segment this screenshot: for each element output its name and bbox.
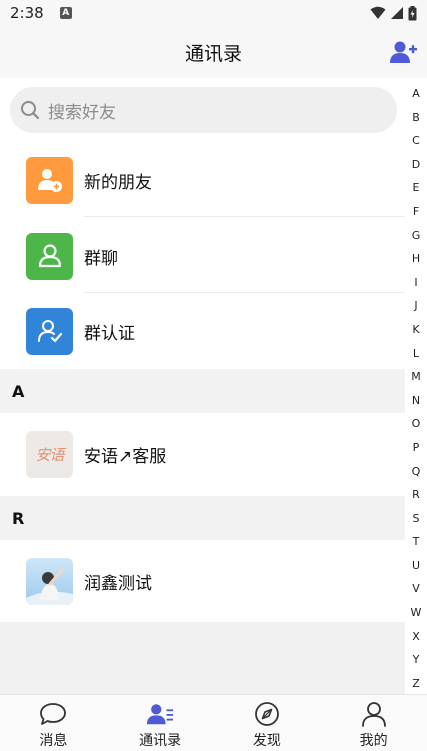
avatar: 安语 — [26, 430, 73, 478]
tab-label: 消息 — [39, 733, 68, 749]
menu-item-new-friends[interactable]: 新的朋友 — [0, 143, 405, 217]
index-letter-k[interactable]: K — [412, 318, 419, 342]
index-letter-c[interactable]: C — [412, 129, 420, 153]
index-letter-v[interactable]: V — [412, 577, 420, 601]
index-letter-d[interactable]: D — [412, 153, 420, 177]
status-time: 2:38 — [10, 4, 44, 22]
menu-item-label: 群聊 — [84, 248, 118, 269]
index-letter-g[interactable]: G — [412, 224, 421, 248]
index-letter-e[interactable]: E — [413, 176, 420, 200]
index-letter-z[interactable]: Z — [412, 672, 420, 696]
contacts-icon — [146, 701, 174, 727]
battery-icon — [408, 5, 417, 20]
index-letter-b[interactable]: B — [412, 106, 420, 130]
index-letter-w[interactable]: W — [411, 601, 422, 625]
menu-item-group-chat[interactable]: 群聊 — [0, 219, 405, 293]
group-verify-icon — [26, 307, 73, 355]
contact-name: 润鑫测试 — [84, 573, 152, 594]
tab-discover[interactable]: 发现 — [214, 695, 321, 751]
index-letter-a[interactable]: A — [412, 82, 420, 106]
search-icon — [21, 101, 40, 120]
index-letter-p[interactable]: P — [413, 436, 420, 460]
menu-item-group-verify[interactable]: 群认证 — [0, 294, 405, 368]
index-letter-l[interactable]: L — [413, 342, 419, 366]
status-bar: 2:38 A — [0, 0, 427, 26]
index-letter-t[interactable]: T — [413, 530, 420, 554]
menu-item-label: 新的朋友 — [84, 172, 152, 193]
contact-item[interactable]: 润鑫测试 — [0, 544, 405, 618]
tab-label: 我的 — [359, 733, 388, 749]
tab-label: 通讯录 — [139, 733, 182, 749]
search-bar[interactable]: 搜索好友 — [10, 87, 397, 133]
index-letter-h[interactable]: H — [412, 247, 420, 271]
bottom-tab-bar: 消息 通讯录 发现 我的 — [0, 694, 427, 751]
compass-icon — [253, 701, 281, 727]
index-letter-s[interactable]: S — [413, 507, 420, 531]
index-letter-x[interactable]: X — [412, 625, 420, 649]
tab-label: 发现 — [252, 733, 281, 749]
new-friend-icon — [26, 156, 73, 204]
add-friend-icon[interactable] — [389, 39, 417, 65]
tab-contacts[interactable]: 通讯录 — [107, 695, 214, 751]
section-header-r: R — [0, 496, 405, 540]
index-letter-y[interactable]: Y — [413, 648, 420, 672]
search-placeholder: 搜索好友 — [48, 102, 116, 123]
alphabet-index[interactable]: ABCDEFGHIJKLMNOPQRSTUVWXYZ — [405, 78, 427, 694]
menu-item-label: 群认证 — [84, 323, 135, 344]
contact-name: 安语↗客服 — [84, 446, 167, 467]
contact-item[interactable]: 安语 安语↗客服 — [0, 417, 405, 491]
section-header-a: A — [0, 369, 405, 413]
index-letter-i[interactable]: I — [414, 271, 417, 295]
avatar — [26, 557, 73, 605]
header: 通讯录 — [0, 26, 427, 78]
index-letter-o[interactable]: O — [412, 412, 421, 436]
status-icons — [370, 5, 417, 21]
chat-bubble-icon — [39, 701, 67, 727]
index-letter-m[interactable]: M — [411, 365, 421, 389]
index-letter-q[interactable]: Q — [412, 460, 421, 484]
notification-icon: A — [59, 7, 72, 19]
avatar-logo-text: 安语 — [35, 445, 64, 464]
tab-messages[interactable]: 消息 — [0, 695, 107, 751]
page-title: 通讯录 — [184, 42, 242, 65]
signal-icon — [391, 7, 403, 19]
index-letter-j[interactable]: J — [414, 294, 417, 318]
index-letter-n[interactable]: N — [412, 389, 420, 413]
divider — [84, 216, 405, 217]
index-letter-f[interactable]: F — [413, 200, 419, 224]
profile-icon — [360, 701, 388, 727]
index-letter-r[interactable]: R — [412, 483, 420, 507]
wifi-icon — [370, 6, 386, 19]
index-letter-u[interactable]: U — [412, 554, 420, 578]
empty-area — [0, 622, 405, 694]
divider — [84, 292, 405, 293]
tab-me[interactable]: 我的 — [320, 695, 427, 751]
group-chat-icon — [26, 232, 73, 280]
